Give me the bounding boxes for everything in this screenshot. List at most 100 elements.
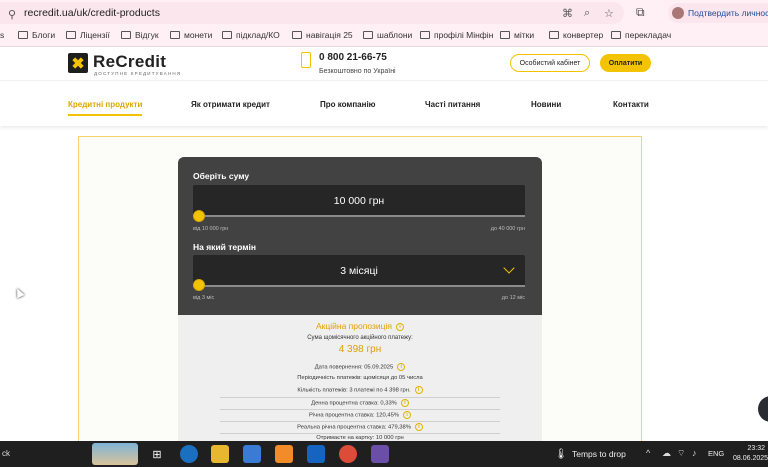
info-icon[interactable]: i (414, 423, 423, 431)
chevron-up-icon[interactable]: ^ (646, 448, 650, 458)
bookmark-item[interactable]: перекладач (611, 30, 671, 40)
detail-row: Денна процентна ставка: 0,33% i (220, 397, 500, 407)
logo-name[interactable]: ReCredit (93, 52, 166, 72)
info-icon[interactable]: i (414, 386, 423, 394)
cloud-icon[interactable]: ☁ (662, 448, 671, 459)
folder-icon (121, 31, 131, 39)
volume-icon[interactable]: ♪ (692, 448, 697, 458)
term-slider-handle[interactable] (193, 279, 205, 291)
folder-icon (222, 31, 232, 39)
bookmark-item[interactable]: конвертер (549, 30, 603, 40)
nav-how-to-get-credit[interactable]: Як отримати кредит (191, 100, 270, 109)
profile-label: Подтвердить личность (688, 8, 768, 18)
site-header: ReCredit ДОСТУПНЕ КРЕДИТУВАННЯ 0 800 21-… (0, 47, 768, 80)
url-text[interactable]: recredit.ua/uk/credit-products (24, 7, 160, 19)
folder-icon (500, 31, 510, 39)
info-icon[interactable]: i (397, 363, 406, 371)
term-value: 3 місяці (340, 264, 378, 277)
bookmark-item[interactable]: профілі Мінфін (420, 30, 493, 40)
detail-row: Річна процентна ставка: 120,45% i (220, 409, 500, 419)
main-nav: Кредитні продукти Як отримати кредит Про… (0, 80, 768, 126)
folder-icon (420, 31, 430, 39)
taskbar-left-text: ck (2, 449, 10, 458)
term-max: до 12 міс (501, 295, 525, 301)
folder-icon (170, 31, 180, 39)
taskbar: ck ⊞ 🌡 Temps to drop ^ ☁ ⌔ ♪ ENG 23:32 0… (0, 441, 768, 467)
info-icon[interactable]: i (402, 411, 411, 419)
offer-title: Акційна пропозиція i (178, 321, 542, 331)
teams-icon[interactable] (371, 445, 389, 463)
monthly-payment-amount: 4 398 грн (338, 344, 382, 355)
app-icon[interactable] (275, 445, 293, 463)
nav-faq[interactable]: Часті питання (425, 100, 480, 109)
folder-icon (66, 31, 76, 39)
term-label: На який термін (193, 242, 257, 252)
nav-news[interactable]: Новини (531, 100, 561, 109)
bookmark-item[interactable]: мітки (500, 30, 534, 40)
folder-icon (292, 31, 302, 39)
amount-slider-track[interactable] (193, 215, 525, 217)
thermometer-icon: 🌡 (554, 448, 568, 460)
address-bar[interactable]: ⚲ recredit.ua/uk/credit-products ⌘ ⌕ ☆ (0, 2, 624, 24)
wifi-icon[interactable]: ⌔ (677, 448, 685, 459)
file-explorer-icon[interactable] (211, 445, 229, 463)
detail-row: Кількість платежів: 3 платежі по 4 398 г… (220, 386, 500, 394)
amount-min: від 10 000 грн (193, 226, 229, 232)
outlook-icon[interactable] (307, 445, 325, 463)
logo-icon[interactable] (68, 53, 88, 73)
bookmarks-bar: s Блоги Ліцензії Відгук монети підклад/К… (0, 26, 768, 47)
nav-about-company[interactable]: Про компанію (320, 100, 376, 109)
clock-date: 08.06.2025 (733, 455, 768, 462)
term-slider-track[interactable] (193, 285, 525, 287)
language-indicator[interactable]: ENG (708, 449, 724, 458)
bookmark-star-icon[interactable]: ☆ (604, 7, 614, 20)
term-select[interactable]: 3 місяці (193, 255, 525, 286)
detail-row: Періодичність платежів: щомісяця до 05 ч… (297, 375, 423, 381)
bookmark-item[interactable]: Блоги (18, 30, 55, 40)
browser-toolbar: ⚲ recredit.ua/uk/credit-products ⌘ ⌕ ☆ ⧉… (0, 0, 768, 26)
site-info-icon[interactable]: ⚲ (8, 8, 16, 21)
credit-calculator: Оберіть суму 10 000 грн від 10 000 грн д… (178, 157, 542, 315)
amount-slider-handle[interactable] (193, 210, 205, 222)
offer-panel: Акційна пропозиція i Сума щомісячного акц… (178, 315, 542, 445)
bookmark-item[interactable]: Ліцензії (66, 30, 110, 40)
personal-cabinet-button[interactable]: Особистий кабінет (510, 54, 590, 72)
folder-icon (18, 31, 28, 39)
translate-icon[interactable]: ⌘ (562, 7, 573, 20)
logo-tagline: ДОСТУПНЕ КРЕДИТУВАННЯ (94, 71, 182, 76)
widgets-icon[interactable] (92, 443, 138, 465)
bookmark-item[interactable]: шаблони (363, 30, 412, 40)
bookmark-item[interactable]: підклад/КО (222, 30, 280, 40)
bookmark-item[interactable]: навігація 25 (292, 30, 353, 40)
floating-action-button[interactable] (758, 396, 768, 422)
folder-icon (549, 31, 559, 39)
profile-chip[interactable]: Подтвердить личность (668, 3, 768, 23)
task-view-icon[interactable]: ⊞ (148, 445, 166, 463)
edge-icon[interactable] (180, 445, 198, 463)
detail-row: Дата повернення: 05.09.2025 i (220, 363, 500, 371)
bookmark-item[interactable]: s (0, 30, 4, 40)
phone-icon (301, 52, 311, 68)
nav-credit-products[interactable]: Кредитні продукти (68, 100, 143, 116)
clock[interactable]: 23:32 08.06.2025 (733, 444, 768, 464)
detail-row: Отримаєте на картку: 10 000 грн (220, 433, 500, 441)
bookmark-item[interactable]: монети (170, 30, 212, 40)
mouse-cursor (13, 286, 25, 299)
amount-field[interactable]: 10 000 грн (193, 185, 525, 216)
chrome-icon[interactable] (339, 445, 357, 463)
info-icon[interactable]: i (395, 322, 404, 331)
bookmark-item[interactable]: Відгук (121, 30, 159, 40)
folder-icon (363, 31, 373, 39)
zoom-icon[interactable]: ⌕ (584, 7, 590, 20)
phone-number[interactable]: 0 800 21-66-75 (319, 52, 387, 63)
chevron-down-icon (503, 262, 515, 274)
pay-button[interactable]: Оплатити (600, 54, 651, 72)
weather-text[interactable]: Temps to drop (572, 449, 626, 459)
nav-contacts[interactable]: Контакти (613, 100, 649, 109)
amount-max: до 40 000 грн (490, 226, 525, 232)
extensions-icon[interactable]: ⧉ (636, 5, 645, 20)
store-icon[interactable] (243, 445, 261, 463)
info-icon[interactable]: i (400, 399, 409, 407)
detail-row: Реальна річна процентна ставка: 479,38% i (220, 421, 500, 431)
term-min: від 3 міс (193, 295, 215, 301)
